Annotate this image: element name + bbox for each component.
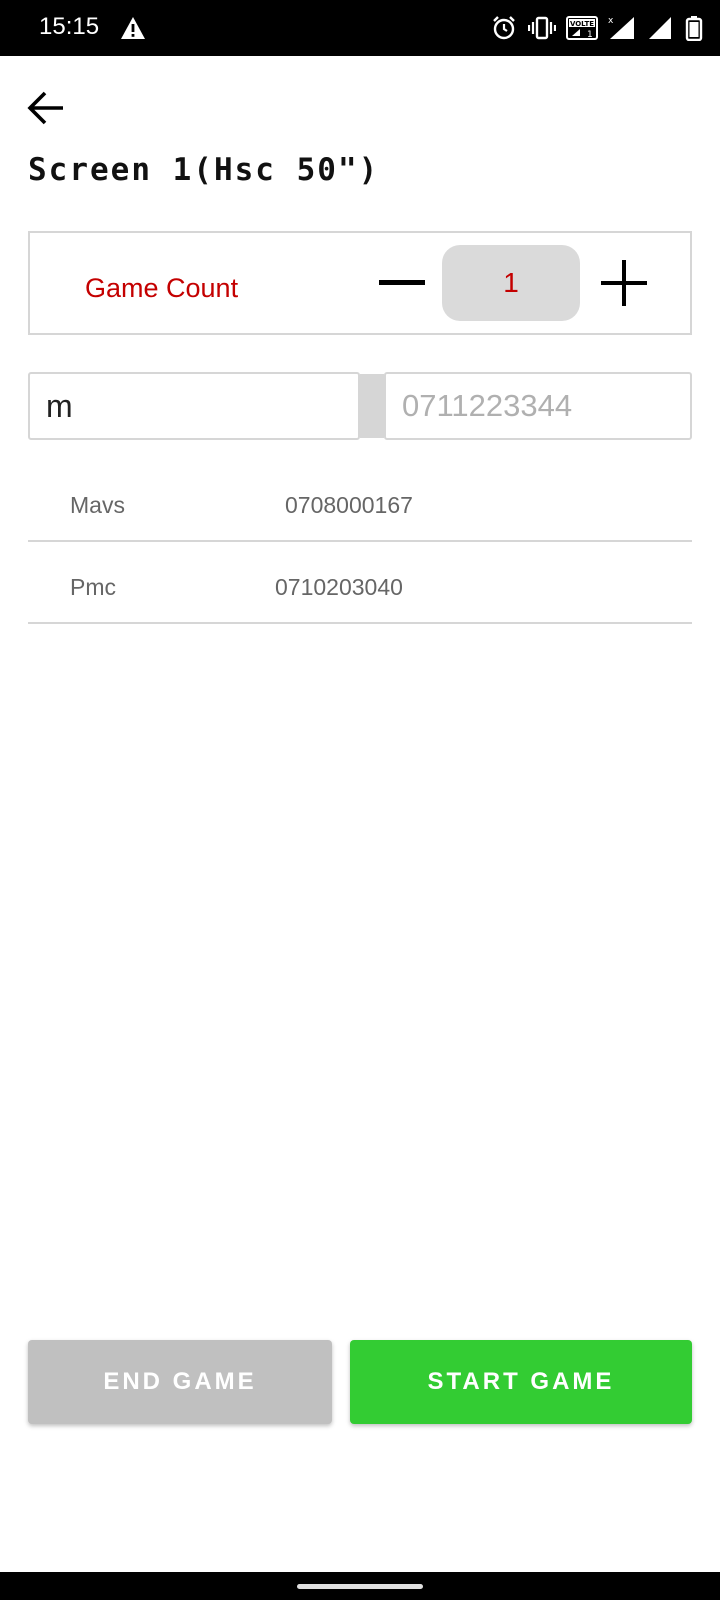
signal-icon bbox=[646, 14, 674, 42]
minus-icon bbox=[379, 280, 425, 285]
player-name: Mavs bbox=[70, 492, 125, 518]
volte-icon: VOLTE 1 bbox=[566, 14, 598, 42]
back-button[interactable] bbox=[24, 86, 68, 130]
signal-icon: x bbox=[608, 14, 636, 42]
game-count-label: Game Count bbox=[85, 273, 239, 303]
battery-icon bbox=[684, 14, 704, 42]
game-count-number: 1 bbox=[503, 267, 519, 298]
warning-icon bbox=[120, 16, 146, 40]
list-item[interactable]: Mavs 0708000167 bbox=[28, 460, 692, 542]
name-input[interactable] bbox=[28, 372, 360, 440]
alarm-icon bbox=[490, 14, 518, 42]
navigation-bar bbox=[0, 1572, 720, 1600]
volte-label: VOLTE bbox=[570, 20, 594, 28]
increment-button[interactable] bbox=[592, 253, 656, 313]
svg-text:1: 1 bbox=[587, 30, 593, 40]
list-item[interactable]: Pmc 0710203040 bbox=[28, 542, 692, 624]
decrement-button[interactable] bbox=[370, 253, 434, 313]
svg-text:x: x bbox=[608, 16, 614, 26]
vibrate-icon bbox=[528, 14, 556, 42]
home-indicator[interactable] bbox=[297, 1584, 423, 1589]
page-title: Screen 1(Hsc 50") bbox=[28, 152, 380, 188]
player-phone: 0710203040 bbox=[275, 574, 403, 600]
plus-icon bbox=[601, 260, 647, 306]
phone-input[interactable] bbox=[384, 372, 692, 440]
start-game-button[interactable]: START GAME bbox=[350, 1340, 692, 1424]
status-time: 15:15 bbox=[39, 13, 100, 40]
arrow-left-icon bbox=[27, 91, 63, 125]
status-icons: VOLTE 1 x bbox=[490, 12, 704, 44]
player-name: Pmc bbox=[70, 574, 116, 600]
status-bar: 15:15 VOLTE 1 x bbox=[0, 0, 720, 56]
player-phone: 0708000167 bbox=[285, 492, 413, 518]
game-count-value: 1 bbox=[442, 245, 580, 321]
game-count-card: Game Count 1 bbox=[28, 231, 692, 335]
end-game-button[interactable]: END GAME bbox=[28, 1340, 332, 1424]
player-list: Mavs 0708000167 Pmc 0710203040 bbox=[28, 460, 692, 624]
input-divider bbox=[360, 374, 384, 438]
